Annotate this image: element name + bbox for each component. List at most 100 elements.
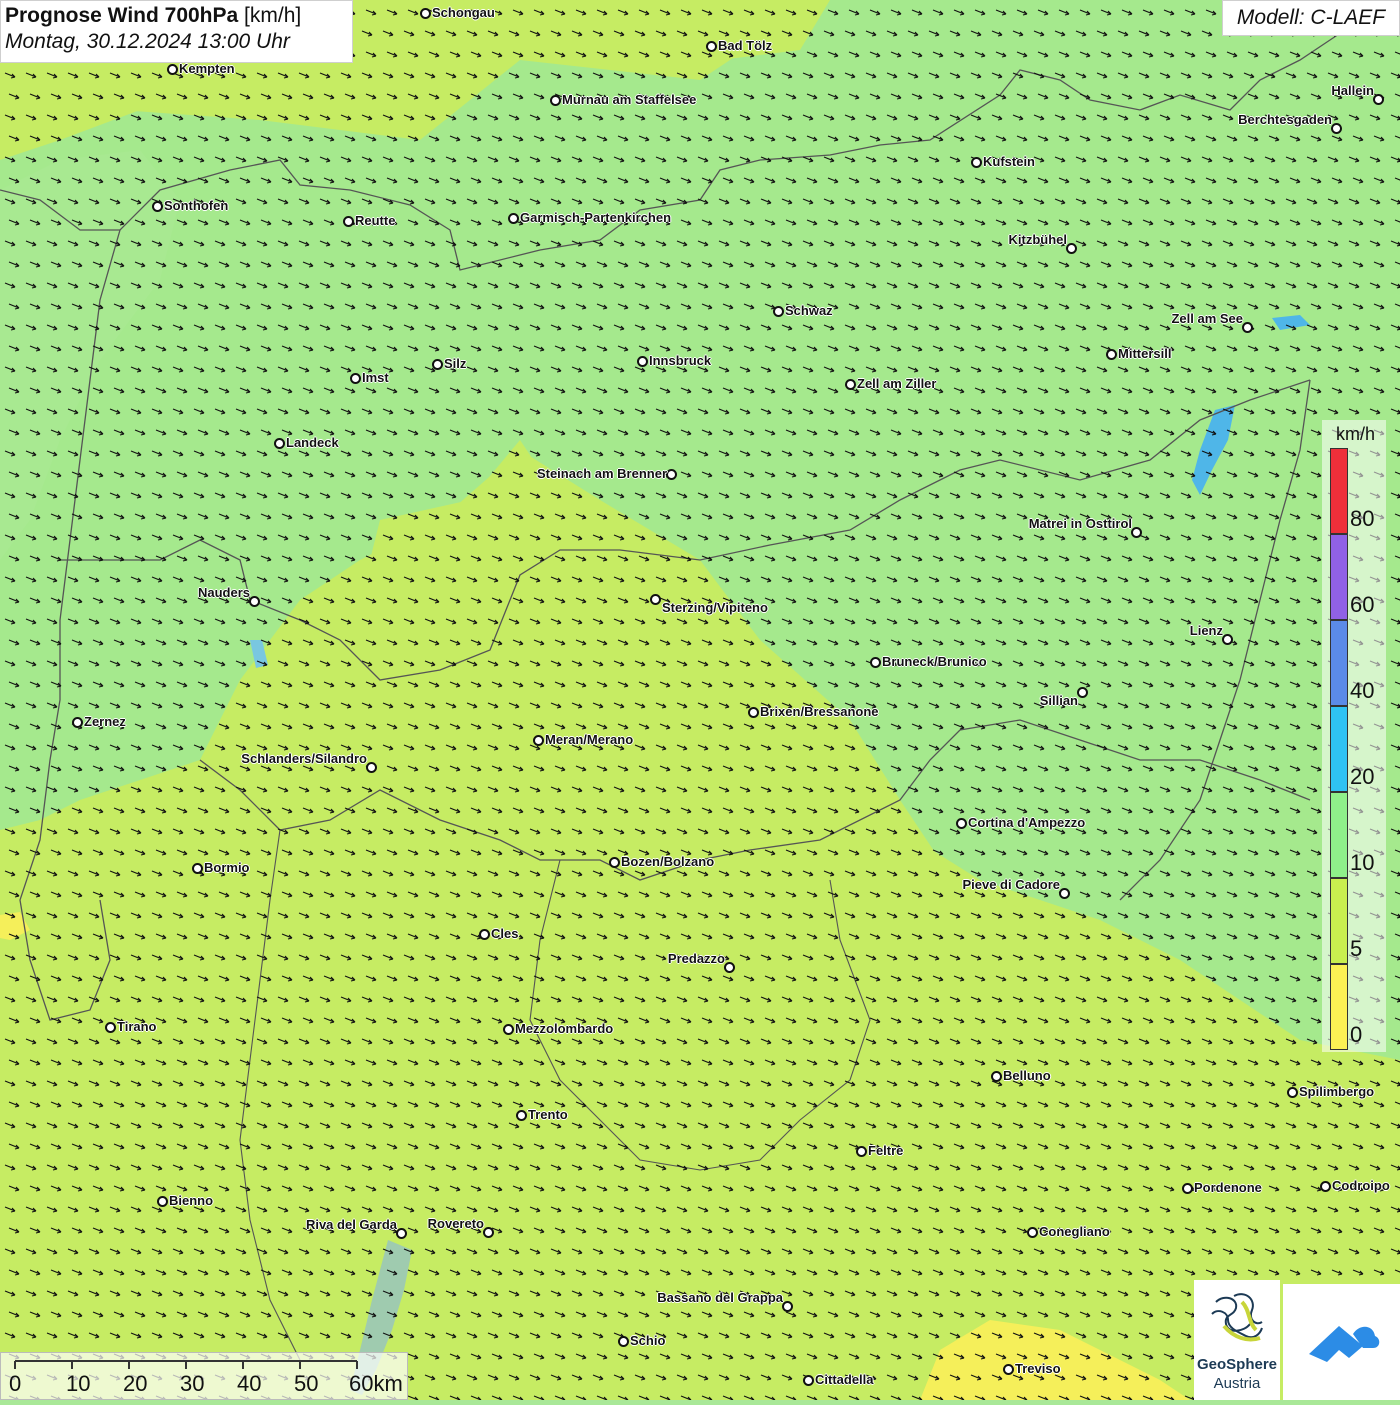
city-label: Schongau [432, 5, 495, 20]
city-marker [432, 359, 443, 370]
geosphere-logo: GeoSphere Austria [1194, 1280, 1280, 1400]
city-label: Belluno [1003, 1068, 1051, 1083]
legend-color-segment [1330, 620, 1348, 706]
city-marker [1222, 634, 1233, 645]
city-marker [609, 857, 620, 868]
city-marker [105, 1022, 116, 1033]
city-label: Garmisch-Partenkirchen [520, 210, 672, 225]
scale-tick-label: 20 [123, 1371, 148, 1396]
city-marker [1131, 527, 1142, 538]
legend-tick-label: 40 [1350, 678, 1375, 703]
city-label: Sillian [1039, 693, 1078, 708]
city-marker [249, 596, 260, 607]
city-label: Innsbruck [649, 353, 712, 368]
city-label: Kufstein [983, 154, 1035, 169]
city-marker [192, 863, 203, 874]
city-marker [1320, 1181, 1331, 1192]
city-label: Schwaz [785, 303, 833, 318]
city-label: Zell am Ziller [857, 376, 937, 391]
city-label: Treviso [1015, 1361, 1061, 1376]
city-marker [508, 213, 519, 224]
city-marker [1242, 322, 1253, 333]
city-marker [1027, 1227, 1038, 1238]
legend-unit: km/h [1336, 424, 1376, 444]
legend-tick-label: 80 [1350, 506, 1375, 531]
forecast-datetime: Montag, 30.12.2024 13:00 Uhr [5, 30, 290, 53]
city-marker [1373, 94, 1384, 105]
city-marker [782, 1301, 793, 1312]
city-label: Meran/Merano [545, 732, 634, 747]
city-label: Cortina d'Ampezzo [968, 815, 1086, 830]
city-marker [420, 8, 431, 19]
city-marker [483, 1227, 494, 1238]
city-label: Schlanders/Silandro [241, 751, 367, 766]
city-marker [1287, 1087, 1298, 1098]
geosphere-logo-icon [1211, 1293, 1263, 1342]
city-label: Rovereto [427, 1216, 484, 1231]
city-label: Hallein [1331, 83, 1374, 98]
city-marker [856, 1146, 867, 1157]
city-label: Cittadella [815, 1372, 874, 1387]
city-label: Berchtesgaden [1238, 112, 1332, 127]
city-label: Riva del Garda [305, 1217, 397, 1232]
city-marker [748, 707, 759, 718]
city-marker [1106, 349, 1117, 360]
scale-bar: 0 10 20 30 40 50 60km [0, 1352, 408, 1400]
city-marker [550, 95, 561, 106]
city-label: Landeck [286, 435, 339, 450]
city-marker [803, 1375, 814, 1386]
city-marker [724, 962, 735, 973]
app-logo-icon [1309, 1326, 1380, 1362]
city-label: Sonthofen [164, 198, 229, 213]
city-marker [152, 201, 163, 212]
city-label: Trento [528, 1107, 568, 1122]
city-label: Pordenone [1194, 1180, 1262, 1195]
scale-tick-label: 40 [237, 1371, 262, 1396]
geosphere-logo-subtext: Austria [1213, 1375, 1261, 1392]
city-marker [956, 818, 967, 829]
city-marker [1059, 888, 1070, 899]
city-label: Bad Tölz [718, 38, 773, 53]
scale-tick-label: 50 [294, 1371, 319, 1396]
city-marker [343, 216, 354, 227]
city-label: Lienz [1189, 623, 1223, 638]
city-marker [516, 1110, 527, 1121]
city-label: Codroipo [1332, 1178, 1390, 1193]
city-marker [971, 157, 982, 168]
city-label: Kempten [179, 61, 235, 76]
city-marker [618, 1336, 629, 1347]
city-marker [773, 306, 784, 317]
legend-tick-label: 0 [1350, 1022, 1363, 1047]
map-title-box: Prognose Wind 700hPa [km/h] Montag, 30.1… [0, 0, 353, 63]
legend-color-segment [1330, 534, 1348, 620]
map-title: Prognose Wind 700hPa [km/h] [5, 4, 348, 28]
city-marker [396, 1228, 407, 1239]
city-label: Steinach am Brenner [536, 466, 667, 481]
city-label: Imst [362, 370, 389, 385]
scale-bar-ruler [14, 1360, 358, 1369]
city-marker [366, 762, 377, 773]
map-title-main: Prognose Wind 700hPa [5, 4, 239, 27]
city-label: Mezzolombardo [515, 1021, 614, 1036]
city-label: Bozen/Bolzano [621, 854, 715, 869]
city-marker [1003, 1364, 1014, 1375]
city-label: Sterzing/Vipiteno [662, 600, 768, 615]
city-label: Bormio [204, 860, 250, 875]
color-legend: km/h 0 5 10 20 40 60 80 [1322, 420, 1386, 1052]
city-marker [706, 41, 717, 52]
scale-tick-label: 10 [66, 1371, 91, 1396]
city-label: Feltre [868, 1143, 904, 1158]
city-label: Pieve di Cadore [962, 877, 1060, 892]
legend-tick-label: 60 [1350, 592, 1375, 617]
city-label: Murnau am Staffelsee [562, 92, 697, 107]
city-label: Tirano [117, 1019, 157, 1034]
legend-color-segment [1330, 706, 1348, 792]
city-label: Bienno [169, 1193, 214, 1208]
city-label: Schio [630, 1333, 666, 1348]
city-label: Conegliano [1039, 1224, 1110, 1239]
city-marker [274, 438, 285, 449]
city-label: Mittersill [1118, 346, 1172, 361]
city-label: Silz [444, 356, 467, 371]
city-marker [650, 594, 661, 605]
city-label: Reutte [355, 213, 396, 228]
